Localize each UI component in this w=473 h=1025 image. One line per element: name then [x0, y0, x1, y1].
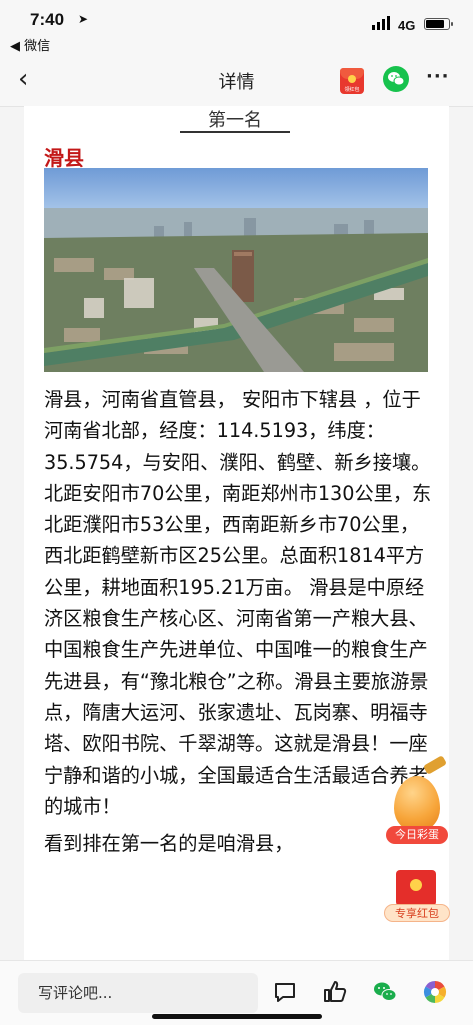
- article-body: 滑县，河南省直管县， 安阳市下辖县 ，位于河南省北部，经度：114.5193，纬…: [44, 384, 434, 859]
- daily-egg-label: 今日彩蛋: [386, 826, 448, 844]
- county-name: 滑县: [44, 146, 84, 170]
- wechat-share-icon[interactable]: [383, 66, 409, 92]
- status-time: 7:40: [30, 10, 65, 29]
- article-paragraph: 看到排在第一名的是咱滑县，: [44, 832, 294, 856]
- home-indicator: [152, 1014, 322, 1019]
- rank-heading-underline: [180, 131, 290, 133]
- daily-egg-widget[interactable]: 今日彩蛋: [386, 755, 450, 846]
- comment-input[interactable]: 写评论吧...: [18, 973, 258, 1013]
- red-packet-label: 专享红包: [384, 904, 450, 922]
- network-type: 4G: [398, 18, 416, 33]
- red-envelope-icon[interactable]: 领红包: [340, 68, 364, 94]
- location-arrow-icon: ➤: [78, 12, 89, 26]
- exclusive-red-packet-widget[interactable]: 专享红包: [384, 870, 450, 924]
- golden-egg-icon: [394, 776, 440, 832]
- county-aerial-photo[interactable]: [44, 168, 428, 372]
- comment-icon[interactable]: [272, 979, 298, 1005]
- nav-bar: ‹ 详情 领红包 ···: [0, 54, 473, 107]
- signal-icon: [372, 16, 390, 30]
- wechat-share-icon-bottom[interactable]: [372, 979, 398, 1005]
- red-envelope-icon-label: 领红包: [344, 87, 360, 93]
- more-options-icon[interactable]: ···: [426, 66, 450, 87]
- rank-heading: 第一名: [208, 110, 262, 131]
- article-paragraph: 滑县，河南省直管县， 安阳市下辖县 ，位于河南省北部，经度：114.5193，纬…: [44, 388, 432, 818]
- red-packet-icon: [396, 870, 436, 906]
- like-icon[interactable]: [322, 979, 348, 1005]
- back-to-wechat-link[interactable]: ◀ 微信: [10, 35, 50, 54]
- status-bar: 7:40 ➤ ◀ 微信 4G: [0, 0, 473, 54]
- moments-share-icon[interactable]: [422, 979, 448, 1005]
- battery-icon: [424, 18, 453, 30]
